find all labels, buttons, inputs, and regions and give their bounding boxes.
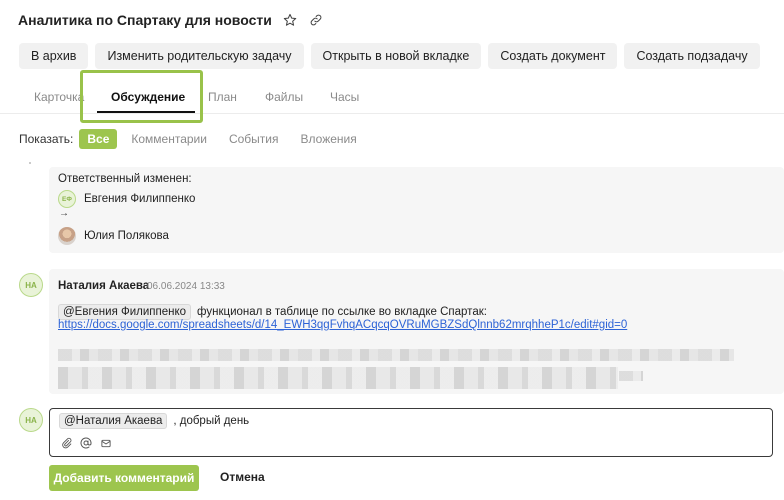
comment-card: Наталия Акаева 06.06.2024 13:33 @Евгения… [49, 269, 784, 394]
timeline-dot [29, 162, 31, 164]
event-from-user: ЕФ Евгения Филиппенко [58, 190, 195, 208]
editor-text: , добрый день [173, 415, 250, 427]
link-icon[interactable] [308, 12, 324, 28]
filter-all[interactable]: Все [79, 129, 118, 149]
add-comment-button[interactable]: Добавить комментарий [49, 465, 199, 491]
mention-tag[interactable]: @Евгения Филиппенко [58, 304, 192, 320]
comment-text: функционал в таблице по ссылке во вкладк… [197, 306, 487, 318]
blurred-content [58, 367, 618, 389]
event-card: Ответственный изменен: ЕФ Евгения Филипп… [49, 167, 784, 253]
arrow-right-icon: → [59, 208, 69, 219]
comment-author[interactable]: Наталия Акаева [58, 280, 149, 292]
star-icon[interactable] [282, 12, 298, 28]
tab-card[interactable]: Карточка [34, 90, 84, 104]
create-document-button[interactable]: Создать документ [488, 43, 618, 69]
change-parent-button[interactable]: Изменить родительскую задачу [95, 43, 304, 69]
avatar [58, 227, 76, 245]
blurred-content [619, 371, 643, 381]
editor-content[interactable]: @Наталия Акаева , добрый день [59, 413, 249, 429]
avatar: ЕФ [58, 190, 76, 208]
filter-attachments[interactable]: Вложения [293, 129, 365, 149]
comment-body: @Евгения Филиппенко функционал в таблице… [58, 304, 487, 320]
filter-events[interactable]: События [221, 129, 287, 149]
tab-plan[interactable]: План [208, 90, 237, 104]
comment-date: 06.06.2024 13:33 [147, 281, 225, 292]
editor-avatar: НА [19, 408, 43, 432]
active-tab-indicator [97, 111, 195, 113]
comment-editor[interactable]: @Наталия Акаева , добрый день [49, 408, 773, 457]
tab-discussion[interactable]: Обсуждение [111, 90, 185, 104]
editor-toolbar [60, 437, 112, 449]
mail-icon[interactable] [100, 437, 112, 449]
filter-label: Показать: [19, 132, 74, 146]
to-user-name: Юлия Полякова [84, 230, 169, 242]
event-to-user: Юлия Полякова [58, 227, 169, 245]
toolbar: В архив Изменить родительскую задачу Отк… [19, 43, 760, 69]
page-title: Аналитика по Спартаку для новости [18, 12, 272, 28]
event-title: Ответственный изменен: [58, 173, 192, 185]
comment-avatar: НА [19, 273, 43, 297]
cancel-button[interactable]: Отмена [220, 470, 265, 484]
tab-bar: Карточка Обсуждение План Файлы Часы [0, 70, 784, 114]
filter-comments[interactable]: Комментарии [123, 129, 215, 149]
paperclip-icon[interactable] [60, 437, 72, 449]
at-sign-icon[interactable] [80, 437, 92, 449]
create-subtask-button[interactable]: Создать подзадачу [624, 43, 760, 69]
filter-row: Показать: Все Комментарии События Вложен… [19, 129, 371, 149]
from-user-name: Евгения Филиппенко [84, 193, 196, 205]
mention-tag[interactable]: @Наталия Акаева [59, 413, 168, 429]
comment-link[interactable]: https://docs.google.com/spreadsheets/d/1… [58, 319, 627, 331]
open-new-tab-button[interactable]: Открыть в новой вкладке [310, 43, 482, 69]
tab-hours[interactable]: Часы [330, 90, 359, 104]
title-row: Аналитика по Спартаку для новости [18, 10, 324, 30]
archive-button[interactable]: В архив [19, 43, 89, 69]
blurred-content [58, 349, 734, 361]
tab-files[interactable]: Файлы [265, 90, 303, 104]
